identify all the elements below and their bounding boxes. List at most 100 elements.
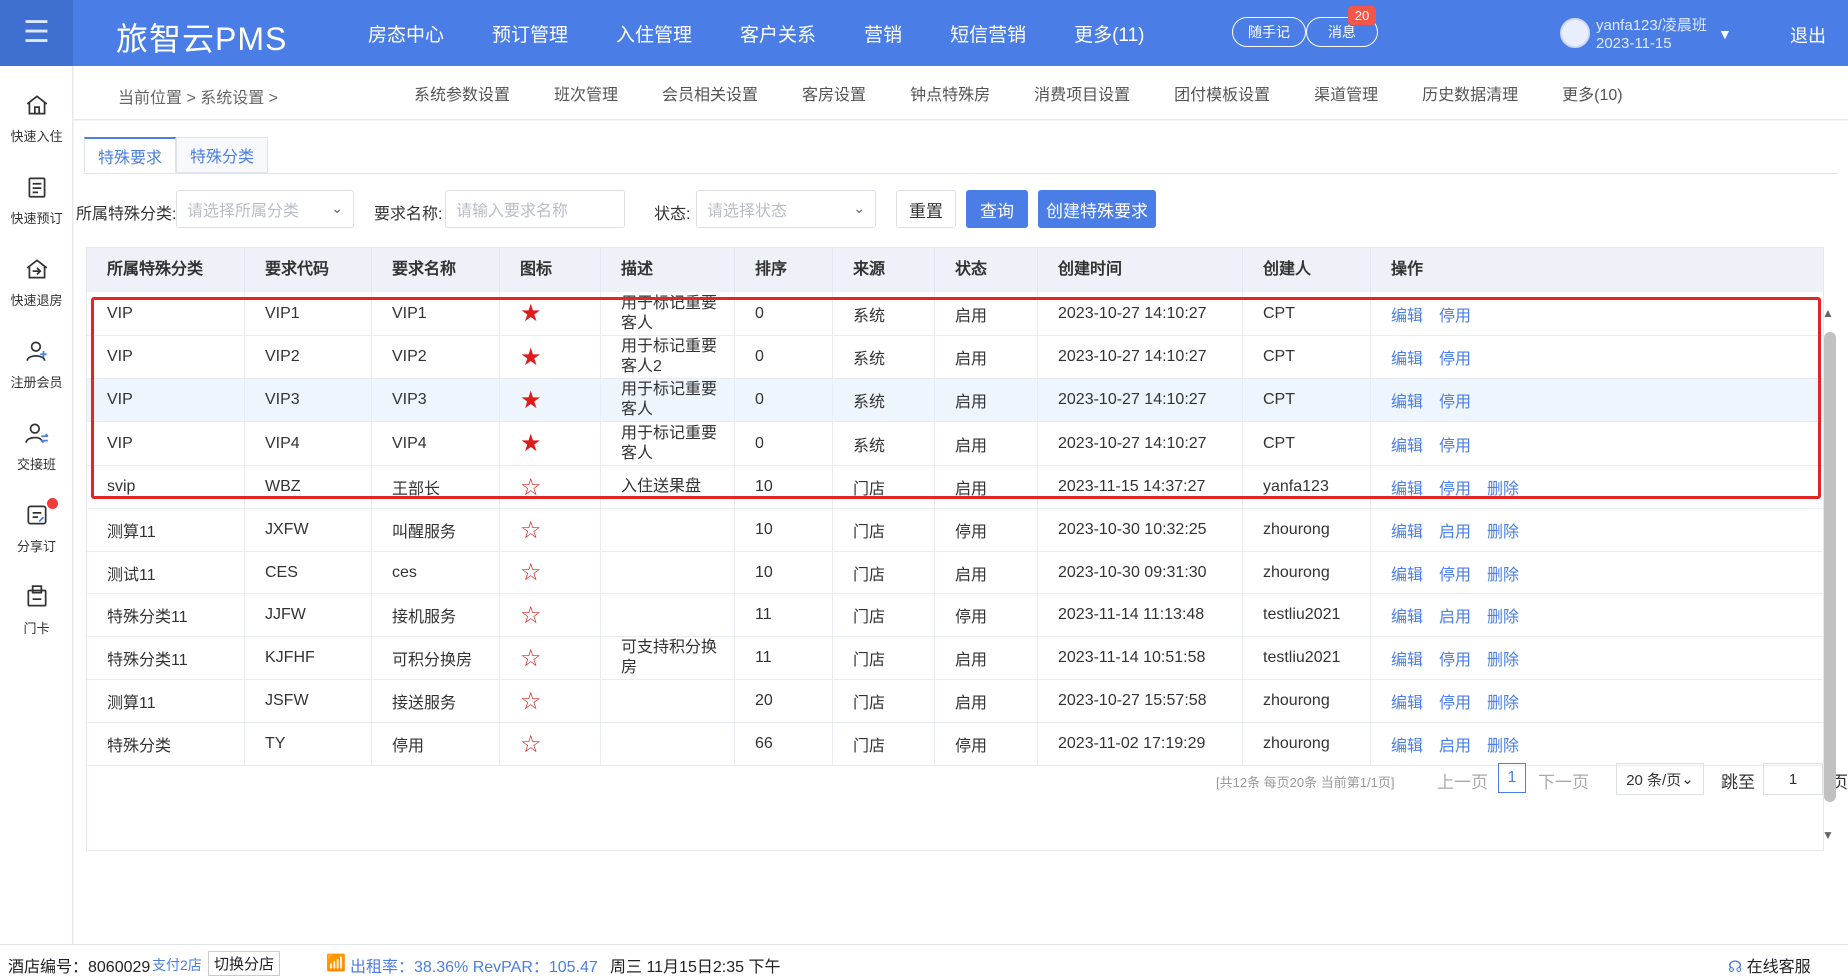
table-row[interactable]: 特殊分类11 KJFHF 可积分换房 ☆ 可支持积分换房 11 门店 启用 2023-11-14… [87,637,1823,680]
logout-button[interactable]: 退出 [1790,22,1826,48]
sidebar-item[interactable]: 快速预订 [0,170,73,250]
sidebar-item[interactable]: 注册会员 [0,334,73,414]
edit-link[interactable]: 编辑 [1391,432,1423,456]
chevron-down-icon[interactable]: ▼ [1718,26,1732,42]
table-row[interactable]: svip WBZ 王部长 ☆ 入住送果盘 10 门店 启用 2023-11-15 14:37:2… [87,466,1823,509]
name-input[interactable]: 请输入要求名称 [445,190,625,228]
table-row[interactable]: VIP VIP1 VIP1 ★ 用于标记重要客人 0 系统 启用 2023-10-27 14:1… [87,292,1823,336]
sidebar-item[interactable]: 快速退房 [0,252,73,332]
disable-link[interactable]: 停用 [1439,388,1471,412]
edit-link[interactable]: 编辑 [1391,518,1423,542]
note-button[interactable]: 随手记 [1232,17,1306,47]
table-row[interactable]: VIP VIP3 VIP3 ★ 用于标记重要客人 0 系统 启用 2023-10-27 14:1… [87,379,1823,422]
topnav-item[interactable]: 入住管理 [592,20,716,47]
switch-branch-button[interactable]: 切换分店 [208,951,281,976]
subnav-item[interactable]: 会员相关设置 [640,81,780,105]
subnav-item[interactable]: 系统参数设置 [392,81,532,105]
edit-link[interactable]: 编辑 [1391,345,1423,369]
table-row[interactable]: VIP VIP4 VIP4 ★ 用于标记重要客人 0 系统 启用 2023-10-27 14:1… [87,422,1823,466]
disable-link[interactable]: 停用 [1439,302,1471,326]
icon-cell: ☆ [500,680,601,722]
avatar[interactable] [1560,18,1590,48]
sidebar-item-label: 快速退房 [10,293,63,308]
topnav-item[interactable]: 房态中心 [352,20,468,47]
page-size-select[interactable]: 20 条/页 ⌄ [1616,763,1704,795]
scroll-down-icon[interactable]: ▼ [1822,828,1834,842]
disable-link[interactable]: 停用 [1439,561,1471,585]
subnav-item[interactable]: 班次管理 [532,81,640,105]
disable-link[interactable]: 停用 [1439,345,1471,369]
reset-button[interactable]: 重置 [896,190,956,228]
sidebar-item[interactable]: 门卡 [0,580,73,660]
delete-link[interactable]: 删除 [1487,475,1519,499]
table-row[interactable]: 特殊分类11 JJFW 接机服务 ☆ 11 门店 停用 2023-11-14 11:13:48… [87,594,1823,637]
delete-link[interactable]: 删除 [1487,561,1519,585]
delete-link[interactable]: 删除 [1487,518,1519,542]
category-select[interactable]: 请选择所属分类 ⌄ [176,190,354,228]
sidebar-item[interactable]: 交接班 [0,416,73,496]
online-support-button[interactable]: ☊ 在线客服 [1728,953,1811,977]
subnav-item[interactable]: 更多(10) [1540,81,1644,105]
table-row[interactable]: 测算11 JSFW 接送服务 ☆ 20 门店 启用 2023-10-27 15:57:58 zh… [87,680,1823,723]
tab-divider [84,173,1838,174]
notification-dot [46,498,58,509]
delete-link[interactable]: 删除 [1487,689,1519,713]
delete-link[interactable]: 删除 [1487,732,1519,756]
table-row[interactable]: 特殊分类 TY 停用 ☆ 66 门店 停用 2023-11-02 17:19:29 zhouro… [87,723,1823,766]
current-page[interactable]: 1 [1498,763,1526,793]
subnav-item[interactable]: 客房设置 [780,81,888,105]
icon-cell: ★ [500,336,601,378]
prev-page-button[interactable]: 上一页 [1437,768,1488,793]
disable-link[interactable]: 停用 [1439,432,1471,456]
subnav-item[interactable]: 团付模板设置 [1152,81,1292,105]
edit-link[interactable]: 编辑 [1391,732,1423,756]
delete-link[interactable]: 删除 [1487,603,1519,627]
branch-count[interactable]: 支付2店 [152,955,202,975]
created-time-cell: 2023-10-27 14:10:27 [1038,422,1243,465]
scroll-up-icon[interactable]: ▲ [1822,306,1834,320]
sidebar-item[interactable]: 快速入住 [0,88,73,168]
subnav-item[interactable]: 历史数据清理 [1400,81,1540,105]
tab-special-requirements[interactable]: 特殊要求 [84,137,177,173]
disable-link[interactable]: 停用 [1439,475,1471,499]
tab-special-categories[interactable]: 特殊分类 [176,137,269,173]
next-page-button[interactable]: 下一页 [1538,768,1589,793]
sidebar-item[interactable]: 分享订 [0,498,73,578]
table-scrollbar[interactable]: ▲ ▼ [1820,300,1842,848]
edit-link[interactable]: 编辑 [1391,388,1423,412]
star-filled-icon: ★ [520,300,542,327]
topnav-item[interactable]: 营销 [840,20,926,47]
edit-link[interactable]: 编辑 [1391,475,1423,499]
table-row[interactable]: 测算11 JXFW 叫醒服务 ☆ 10 门店 停用 2023-10-30 10:32:25 zh… [87,509,1823,552]
enable-link[interactable]: 启用 [1439,603,1471,627]
disable-link[interactable]: 停用 [1439,689,1471,713]
subnav-item[interactable]: 消费项目设置 [1012,81,1152,105]
status-select[interactable]: 请选择状态 ⌄ [696,190,876,228]
category-filter-label: 所属特殊分类: [76,206,177,223]
enable-link[interactable]: 启用 [1439,518,1471,542]
enable-link[interactable]: 启用 [1439,732,1471,756]
disable-link[interactable]: 停用 [1439,646,1471,670]
delete-link[interactable]: 删除 [1487,646,1519,670]
subnav-item[interactable]: 渠道管理 [1292,81,1400,105]
subnav-item[interactable]: 钟点特殊房 [888,81,1012,105]
search-button[interactable]: 查询 [966,190,1028,228]
topnav-item[interactable]: 客户关系 [716,20,840,47]
user-name[interactable]: yanfa123/凌晨班 [1596,14,1707,35]
menu-toggle-button[interactable]: ☰ [0,0,73,66]
edit-link[interactable]: 编辑 [1391,302,1423,326]
occupancy-chart-icon: 📶 [326,955,346,972]
edit-link[interactable]: 编辑 [1391,689,1423,713]
topnav-item[interactable]: 预订管理 [468,20,592,47]
edit-link[interactable]: 编辑 [1391,603,1423,627]
edit-link[interactable]: 编辑 [1391,561,1423,585]
edit-link[interactable]: 编辑 [1391,646,1423,670]
creator-cell: zhourong [1243,723,1371,765]
create-requirement-button[interactable]: 创建特殊要求 [1038,190,1156,228]
topnav-item[interactable]: 更多(11) [1050,20,1168,47]
table-row[interactable]: VIP VIP2 VIP2 ★ 用于标记重要客人2 0 系统 启用 2023-10-27 14:… [87,336,1823,379]
topnav-item[interactable]: 短信营销 [926,20,1050,47]
jump-page-input[interactable]: 1 [1763,763,1823,795]
table-row[interactable]: 测试11 CES ces ☆ 10 门店 启用 2023-10-30 09:31:30 zhou… [87,552,1823,594]
scroll-thumb[interactable] [1824,332,1836,802]
